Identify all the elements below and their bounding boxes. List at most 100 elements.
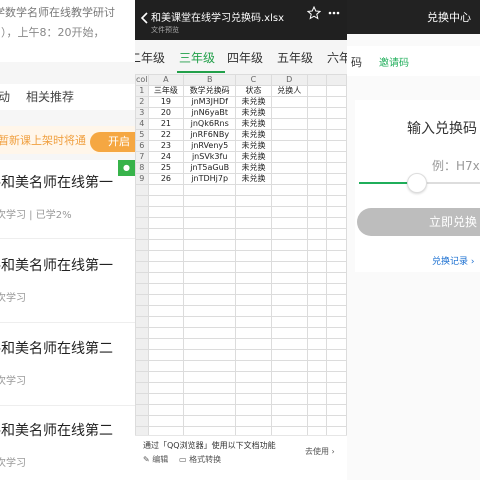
cell-empty <box>235 360 272 372</box>
cell-number: 23 <box>147 140 185 152</box>
redeem-code-input[interactable]: 例：H7xWBr <box>432 157 480 174</box>
sheet-grid[interactable]: col A B C D 1 三年级 数学兑换码 状态 兑换人 2 19 jnM3JH… <box>135 74 347 449</box>
cell-empty <box>235 371 272 383</box>
cell-number: 26 <box>147 173 185 185</box>
cell-empty <box>235 250 272 262</box>
cell-empty <box>270 382 308 394</box>
cell-empty <box>235 283 272 295</box>
tab-redeem-code[interactable]: 码 <box>351 54 362 70</box>
cell-empty <box>183 371 237 383</box>
cell-code: jnRF6NBy <box>183 129 237 141</box>
redeem-record-link[interactable]: 兑换记录 › <box>432 254 474 267</box>
tab-activity[interactable]: 动 <box>0 88 10 105</box>
cell-empty <box>326 272 347 284</box>
row-number <box>135 272 149 284</box>
cell-empty <box>326 261 347 273</box>
tab-grade-4[interactable]: 四年级 <box>227 49 263 66</box>
cell-empty <box>306 415 328 427</box>
redeem-now-button[interactable]: 立即兑换 <box>357 208 480 236</box>
course-title: -和美名师在线第一 <box>0 258 114 274</box>
cell-empty <box>183 283 237 295</box>
row-number <box>135 228 149 240</box>
cell-empty <box>270 415 308 427</box>
course-status: 次学习 <box>0 376 26 387</box>
cell-status: 未兑换 <box>235 129 272 141</box>
tab-related[interactable]: 相关推荐 <box>26 88 74 105</box>
page-title: 兑换中心 <box>427 11 471 24</box>
table-row <box>135 371 347 383</box>
tab-invite-code[interactable]: 邀请码 <box>379 54 409 69</box>
star-icon[interactable] <box>307 6 321 20</box>
slider-handle[interactable] <box>407 173 427 193</box>
cell-empty <box>270 184 308 196</box>
cell-empty <box>147 294 185 306</box>
tab-grade-2[interactable]: 二年级 <box>135 49 165 66</box>
cell-empty <box>183 415 237 427</box>
course-status: 次学习 | 已学2% <box>0 210 72 221</box>
cell-empty <box>147 239 185 251</box>
cell-empty <box>326 360 347 372</box>
enable-notify-button[interactable]: 开启 <box>90 132 135 152</box>
cell-empty <box>270 272 308 284</box>
cell-empty <box>147 393 185 405</box>
column-header: B <box>183 74 237 86</box>
cell-empty <box>270 239 308 251</box>
cell-empty <box>235 294 272 306</box>
cell-code: jnRVeny5 <box>183 140 237 152</box>
cell-empty <box>270 261 308 273</box>
sheet-tabs: 二年级 三年级 四年级 五年级 六年 <box>135 40 347 75</box>
tab-grade-3[interactable]: 三年级 <box>179 49 215 66</box>
cell-empty <box>270 393 308 405</box>
cell-empty <box>183 206 237 218</box>
table-row: 1 三年级 数学兑换码 状态 兑换人 <box>135 85 347 97</box>
cell-empty <box>306 272 328 284</box>
cell-number: 24 <box>147 151 185 163</box>
redeem-header: 兑换中心 <box>347 0 480 34</box>
cell-empty <box>183 338 237 350</box>
cell-empty <box>147 371 185 383</box>
table-row: 5 22 jnRF6NBy 未兑换 <box>135 129 347 141</box>
more-icon[interactable] <box>327 6 341 20</box>
table-row <box>135 228 347 240</box>
cell-empty <box>306 261 328 273</box>
row-number: 9 <box>135 173 149 185</box>
row-number <box>135 239 149 251</box>
row-number <box>135 371 149 383</box>
convert-button[interactable]: ▭ 格式转换 <box>179 454 221 465</box>
cell-empty <box>147 305 185 317</box>
course-title: -和美名师在线第一 <box>0 175 114 191</box>
tab-grade-6[interactable]: 六年 <box>327 49 347 66</box>
cell-status: 未兑换 <box>235 151 272 163</box>
cell-code: jnM3JHDf <box>183 96 237 108</box>
edit-button[interactable]: ✎ 编辑 <box>143 454 168 465</box>
table-header-cell: 三年级 <box>147 85 185 97</box>
table-row <box>135 272 347 284</box>
cell-empty <box>326 305 347 317</box>
spreadsheet-viewer: 和美课堂在线学习兑换码.xlsx 文件预览 二年级 三年级 四年级 五年级 六年… <box>135 0 347 480</box>
cell-code: jnT5aGuB <box>183 162 237 174</box>
row-number <box>135 294 149 306</box>
cell-empty <box>147 360 185 372</box>
row-number <box>135 250 149 262</box>
cell-empty <box>147 327 185 339</box>
file-subtitle: 文件预览 <box>151 26 179 34</box>
back-arrow-icon[interactable] <box>139 12 151 24</box>
cell-empty <box>147 217 185 229</box>
course-list: -和美名师在线第一 次学习 | 已学2% -和美名师在线第一 次学习 -和美名师… <box>0 160 135 480</box>
cell-empty <box>183 272 237 284</box>
table-row <box>135 195 347 207</box>
cell-status: 未兑换 <box>235 162 272 174</box>
file-name: 和美课堂在线学习兑换码.xlsx <box>151 13 285 24</box>
row-number <box>135 283 149 295</box>
row-number: 7 <box>135 151 149 163</box>
tab-grade-5[interactable]: 五年级 <box>277 49 313 66</box>
cell-empty <box>306 217 328 229</box>
row-number <box>135 184 149 196</box>
row-number: 4 <box>135 118 149 130</box>
cell-empty <box>326 96 347 108</box>
cell-empty <box>270 338 308 350</box>
use-link[interactable]: 去使用 › <box>305 446 335 457</box>
row-number <box>135 349 149 361</box>
cell-empty <box>306 96 328 108</box>
cell-empty <box>183 217 237 229</box>
